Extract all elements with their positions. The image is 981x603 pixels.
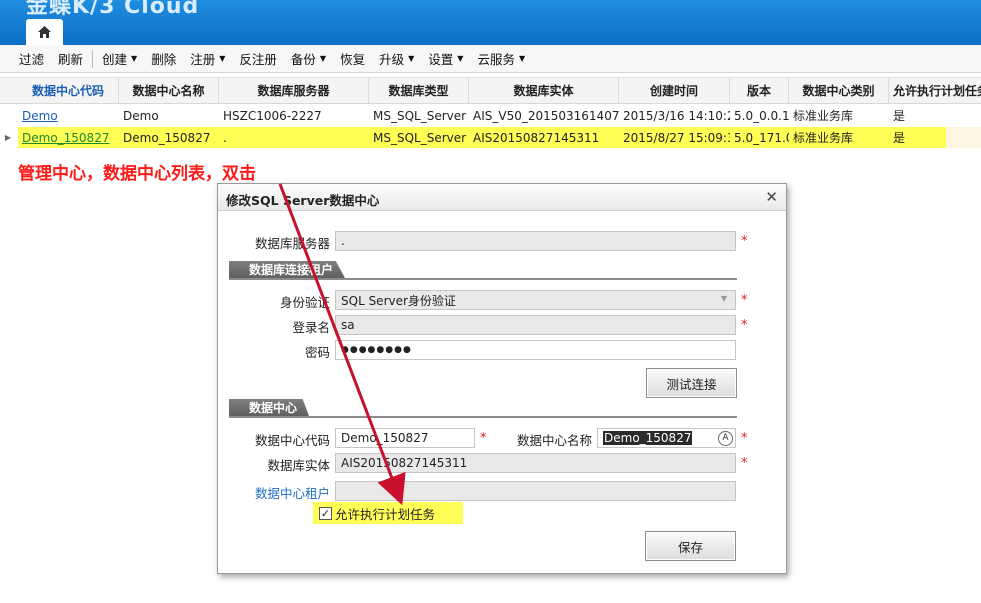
allow-schedule-checkbox[interactable]: ✓ 允许执行计划任务 (313, 502, 463, 524)
db-entity-label: 数据库实体 (267, 458, 330, 473)
upgrade-menu[interactable]: 升级 ▼ (372, 49, 421, 68)
settings-menu[interactable]: 设置 ▼ (421, 49, 470, 68)
db-server-field[interactable]: . (335, 231, 736, 251)
db-server-label: 数据库服务器 (254, 236, 330, 251)
app-header: 金蝶K/3 Cloud (0, 0, 981, 45)
row-pointer-icon: ▶ (4, 133, 12, 142)
home-icon (38, 26, 51, 38)
close-icon[interactable]: ✕ (765, 188, 778, 206)
auth-select[interactable]: SQL Server身份验证 ▼ (335, 290, 736, 310)
row-db-type: MS_SQL_Server (373, 108, 467, 123)
row-created: 2015/3/16 14:10:27 (623, 108, 730, 123)
login-label: 登录名 (292, 320, 330, 335)
required-mark: * (741, 456, 748, 471)
cloud-service-menu[interactable]: 云服务 ▼ (470, 49, 532, 68)
column-header-db-type[interactable]: 数据库类型 (369, 78, 469, 103)
caret-down-icon: ▼ (131, 54, 138, 63)
caret-down-icon: ▼ (219, 54, 226, 63)
row-tail (946, 127, 981, 148)
dc-code-label: 数据中心代码 (254, 433, 330, 448)
section-datacenter: 数据中心 (229, 398, 737, 418)
dc-name-selected-text: Demo_150827 (603, 431, 693, 445)
table-row-selected[interactable]: ▶ Demo_150827 Demo_150827 . MS_SQL_Serve… (0, 127, 981, 148)
row-created: 2015/8/27 15:09:39 (623, 130, 730, 145)
column-header-name[interactable]: 数据中心名称 (119, 78, 219, 103)
row-allow: 是 (893, 109, 906, 123)
row-db-entity: AIS20150827145311 (473, 130, 600, 145)
allow-schedule-label: 允许执行计划任务 (335, 506, 436, 522)
auth-label: 身份验证 (279, 295, 330, 310)
column-header-code[interactable]: 数据中心代码 (18, 78, 119, 103)
caret-down-icon: ▼ (408, 54, 415, 63)
toolbar: 过滤 刷新 创建 ▼ 删除 注册 ▼ 反注册 备份 ▼ 恢复 升级 ▼ 设置 ▼ 云服务 ▼ (0, 45, 981, 73)
column-header-version[interactable]: 版本 (730, 78, 789, 103)
row-allow: 是 (893, 131, 906, 145)
password-label: 密码 (304, 345, 330, 360)
test-connection-button[interactable]: 测试连接 (646, 368, 737, 398)
row-code-link[interactable]: Demo_150827 (22, 131, 109, 145)
required-mark: * (741, 234, 748, 249)
caret-down-icon: ▼ (457, 54, 464, 63)
toolbar-divider (92, 49, 94, 68)
row-server: HSZC1006-2227 (223, 108, 322, 123)
brand-logo: 金蝶K/3 Cloud (26, 0, 200, 19)
column-header-server[interactable]: 数据库服务器 (219, 78, 369, 103)
row-db-type: MS_SQL_Server (373, 130, 467, 145)
required-mark: * (480, 431, 487, 446)
row-version: 5.0_171.0. (734, 130, 789, 145)
column-header-created[interactable]: 创建时间 (619, 78, 730, 103)
row-category: 标准业务库 (793, 131, 854, 145)
backup-menu[interactable]: 备份 ▼ (284, 49, 333, 68)
chevron-down-icon: ▼ (720, 294, 727, 303)
section-datacenter-title: 数据中心 (229, 399, 310, 416)
row-code-link[interactable]: Demo (22, 109, 58, 123)
column-header-db-entity[interactable]: 数据库实体 (469, 78, 619, 103)
column-header-category[interactable]: 数据中心类别 (789, 78, 889, 103)
dc-tenant-field[interactable] (335, 481, 736, 501)
unregister-button[interactable]: 反注册 (232, 49, 284, 68)
delete-button[interactable]: 删除 (144, 49, 183, 68)
refresh-button[interactable]: 刷新 (51, 49, 90, 68)
section-db-tenant-title: 数据库连接租户 (229, 261, 346, 278)
checkbox-checked-icon[interactable]: ✓ (319, 507, 332, 520)
dc-tenant-label[interactable]: 数据中心租户 (238, 483, 330, 502)
dc-code-field[interactable]: Demo_150827 (335, 428, 475, 448)
home-tab[interactable] (26, 19, 63, 45)
caret-down-icon: ▼ (319, 54, 327, 63)
required-mark: * (741, 431, 748, 446)
row-name: Demo_150827 (123, 130, 211, 145)
dialog-titlebar[interactable]: 修改SQL Server数据中心 ✕ (218, 184, 786, 211)
row-server: . (223, 130, 227, 145)
section-db-tenant: 数据库连接租户 (229, 260, 737, 280)
grid-header: 数据中心代码 数据中心名称 数据库服务器 数据库类型 数据库实体 创建时间 版本… (0, 77, 981, 104)
create-menu[interactable]: 创建 ▼ (95, 49, 144, 68)
row-db-entity: AIS_V50_20150316140718 (473, 108, 619, 123)
column-header-allow[interactable]: 允许执行计划任务 (889, 78, 981, 103)
annotation-text: 管理中心，数据中心列表，双击 (18, 164, 256, 184)
dc-name-label: 数据中心名称 (516, 433, 592, 448)
auth-select-value: SQL Server身份验证 (341, 293, 456, 308)
row-name: Demo (123, 108, 159, 123)
required-mark: * (741, 318, 748, 333)
row-category: 标准业务库 (793, 109, 854, 123)
login-field[interactable]: sa (335, 315, 736, 335)
save-button[interactable]: 保存 (645, 531, 736, 561)
password-field[interactable]: ●●●●●●●● (335, 340, 736, 360)
register-menu[interactable]: 注册 ▼ (183, 49, 232, 68)
db-entity-field[interactable]: AIS20150827145311 (335, 453, 736, 473)
language-icon[interactable]: A (718, 431, 733, 446)
row-version: 5.0_0.0.10 (734, 108, 789, 123)
caret-down-icon: ▼ (518, 54, 526, 63)
edit-datacenter-dialog: 修改SQL Server数据中心 ✕ 数据库服务器 . * 数据库连接租户 身份… (217, 183, 787, 574)
dc-name-field[interactable]: Demo_150827 A (597, 428, 736, 448)
table-row[interactable]: Demo Demo HSZC1006-2227 MS_SQL_Server AI… (0, 105, 981, 126)
restore-button[interactable]: 恢复 (333, 49, 372, 68)
filter-button[interactable]: 过滤 (12, 49, 51, 68)
dialog-title: 修改SQL Server数据中心 (226, 193, 380, 208)
required-mark: * (741, 293, 748, 308)
